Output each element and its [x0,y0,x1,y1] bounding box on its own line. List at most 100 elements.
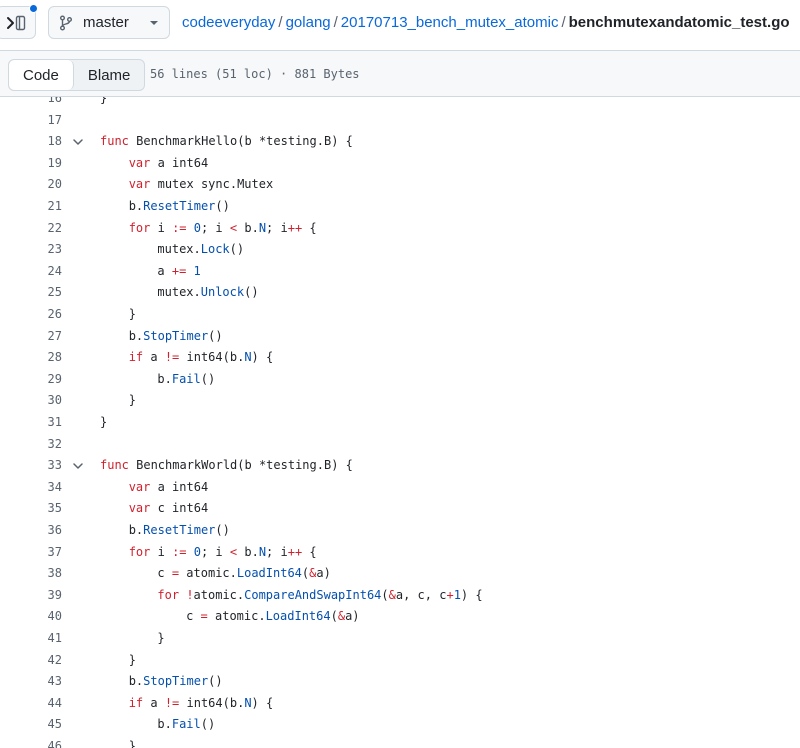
keyword-token: if [128,350,144,365]
code-token: () [229,242,245,257]
code-line: 45 b.Fail() [0,714,800,736]
line-number[interactable]: 21 [30,196,62,218]
line-number[interactable]: 29 [30,369,62,391]
line-number[interactable]: 27 [30,326,62,348]
code-token: ; i [266,220,288,235]
code-text: mutex.Unlock() [157,282,258,304]
code-token: } [100,97,108,105]
code-token: a [157,263,172,278]
keyword-token: & [337,609,346,624]
keyword-token: var [128,177,151,192]
line-number[interactable]: 24 [30,261,62,283]
line-number[interactable]: 22 [30,218,62,240]
line-number[interactable]: 37 [30,542,62,564]
code-line: 16} [0,97,800,110]
line-number[interactable]: 38 [30,563,62,585]
code-token: ( [381,587,389,602]
code-line: 38 c = atomic.LoadInt64(&a) [0,563,800,585]
keyword-token: var [128,479,151,494]
line-number[interactable]: 35 [30,498,62,520]
code-text: } [129,650,136,672]
code-text: } [129,304,136,326]
code-line: 27 b.StopTimer() [0,326,800,348]
keyword-token: if [128,695,144,710]
code-token: BenchmarkWorld(b *testing.B) { [128,458,353,473]
code-token: a, c, c [395,587,447,602]
line-number[interactable]: 45 [30,714,62,736]
breadcrumb-folder-golang-link[interactable]: golang [286,14,331,31]
line-number[interactable]: 33 [30,455,62,477]
number-token: 1 [453,587,461,602]
line-number[interactable]: 28 [30,347,62,369]
line-number[interactable]: 39 [30,585,62,607]
code-token: int64(b. [179,350,245,365]
line-number[interactable]: 18 [30,131,62,153]
code-line: 20 var mutex sync.Mutex [0,174,800,196]
line-number[interactable]: 20 [30,174,62,196]
code-line: 37 for i := 0; i < b.N; i++ { [0,542,800,564]
line-number[interactable]: 31 [30,412,62,434]
code-text: } [100,97,107,110]
line-number[interactable]: 43 [30,671,62,693]
code-token: } [128,307,136,321]
code-line: 42} [0,650,800,672]
identifier-token: N [258,544,267,559]
code-token: mutex. [157,285,201,300]
line-number[interactable]: 32 [30,434,62,456]
blame-tab-button[interactable]: Blame [74,60,145,90]
code-view[interactable]: 16} 17 18 func BenchmarkHello(b *testing.B)… [0,97,800,748]
identifier-token: Fail [171,717,201,732]
identifier-token: Lock [200,242,230,257]
code-token: b. [128,674,144,689]
code-token: a int64 [150,479,209,494]
code-token: } [128,652,136,667]
branch-selector-button[interactable]: master [48,6,170,39]
code-line: 21 b.ResetTimer() [0,196,800,218]
line-number[interactable]: 41 [30,628,62,650]
code-token: a int64 [150,155,209,170]
code-token: } [128,739,136,748]
file-toolbar: Code Blame 56 lines (51 loc) · 881 Bytes [0,50,800,97]
line-number[interactable]: 30 [30,390,62,412]
code-tab-button[interactable]: Code [9,60,74,90]
code-token: atomic. [179,566,237,581]
code-token: ; i [266,544,288,559]
code-text: var mutex sync.Mutex [129,174,274,196]
line-number[interactable]: 16 [30,97,62,110]
line-number[interactable]: 34 [30,477,62,499]
caret-down-icon [150,20,158,25]
code-line: 32 [0,434,800,456]
identifier-token: CompareAndSwapInt64 [244,587,382,602]
line-number[interactable]: 25 [30,282,62,304]
breadcrumb-folder-bench-link[interactable]: 20170713_bench_mutex_atomic [341,14,559,31]
line-number[interactable]: 42 [30,650,62,672]
line-number[interactable]: 44 [30,693,62,715]
fold-chevron-icon[interactable] [72,137,84,147]
line-number[interactable]: 46 [30,736,62,748]
file-tree-toggle-button[interactable] [0,4,38,39]
identifier-token: ResetTimer [143,199,216,213]
code-token: mutex sync.Mutex [150,177,274,192]
fold-chevron-icon[interactable] [72,461,84,471]
line-number[interactable]: 19 [30,153,62,175]
code-line: 33 func BenchmarkWorld(b *testing.B) { [0,455,800,477]
identifier-token: N [244,350,252,365]
code-text: func BenchmarkHello(b *testing.B) { [100,131,353,153]
code-token: c int64 [150,501,209,516]
keyword-token: func [100,134,129,149]
line-number[interactable]: 23 [30,239,62,261]
line-number[interactable]: 36 [30,520,62,542]
code-text: for i := 0; i < b.N; i++ { [129,542,317,564]
keyword-token: for [128,220,151,235]
breadcrumb-owner-link[interactable]: codeeveryday [182,14,275,31]
line-number[interactable]: 26 [30,304,62,326]
code-token: atomic. [193,587,245,602]
line-number[interactable]: 17 [30,110,62,132]
breadcrumb-separator: / [561,14,566,31]
code-token: } [100,415,108,429]
code-text: b.ResetTimer() [129,520,230,542]
code-line: 29 b.Fail() [0,369,800,391]
line-number[interactable]: 40 [30,606,62,628]
code-line: 39 for !atomic.CompareAndSwapInt64(&a, c,… [0,585,800,607]
